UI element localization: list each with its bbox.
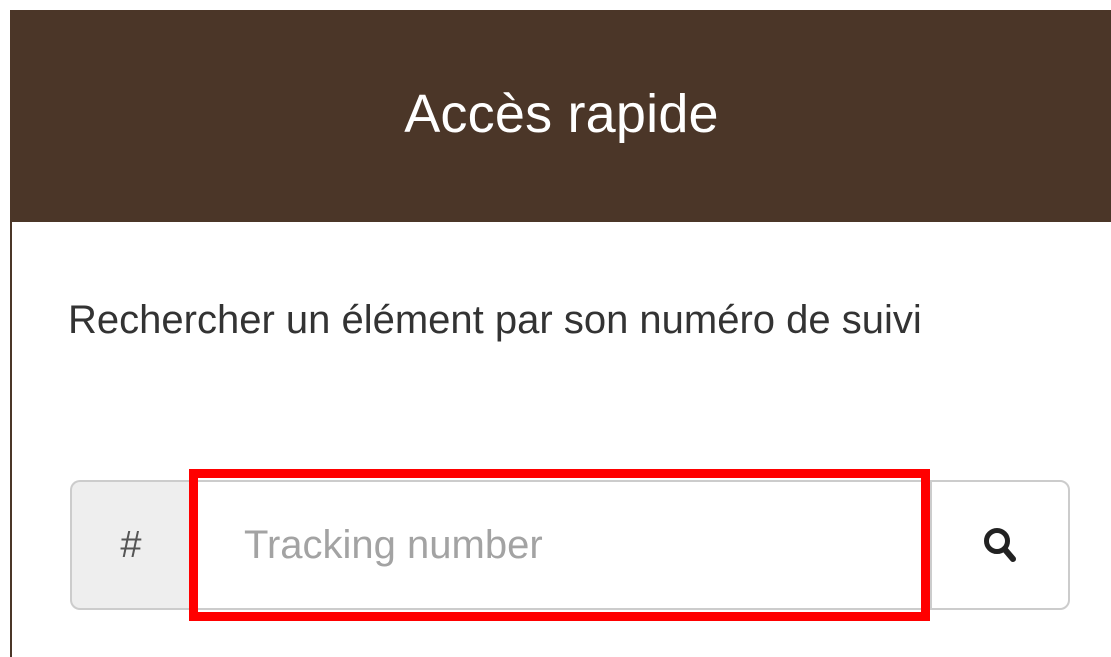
- panel-title: Accès rapide: [404, 84, 719, 144]
- panel-header: Accès rapide: [12, 10, 1111, 222]
- tracking-number-input[interactable]: [190, 482, 930, 608]
- quick-access-panel: Accès rapide Rechercher un élément par s…: [10, 10, 1111, 657]
- hash-prefix-addon: #: [70, 480, 190, 610]
- panel-body: Rechercher un élément par son numéro de …: [12, 222, 1111, 657]
- search-description: Rechercher un élément par son numéro de …: [68, 298, 922, 342]
- tracking-input-wrapper: [189, 469, 930, 621]
- search-icon: [984, 528, 1016, 562]
- search-button[interactable]: [930, 480, 1070, 610]
- tracking-search-group: #: [70, 469, 1070, 621]
